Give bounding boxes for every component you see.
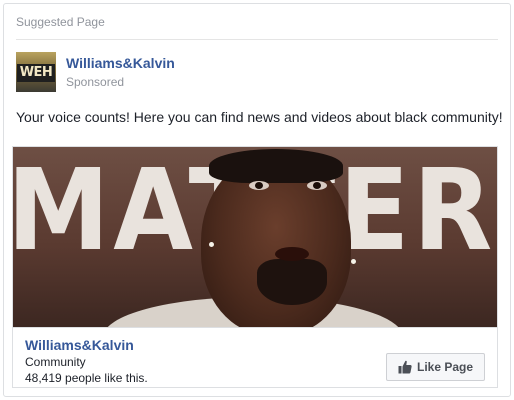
thumbnail-left-earring (209, 242, 214, 247)
like-page-button[interactable]: Like Page (386, 353, 485, 381)
thumbnail-right-eye (307, 181, 327, 190)
footer-like-count: 48,419 people like this. (25, 371, 148, 385)
sponsored-label[interactable]: Sponsored (66, 74, 124, 90)
author-block: WEH Williams&Kalvin Sponsored (16, 52, 486, 96)
footer-page-name-link[interactable]: Williams&Kalvin (25, 336, 134, 354)
post-text: Your voice counts! Here you can find new… (16, 109, 503, 125)
page-footer: Williams&Kalvin Community 48,419 people … (12, 327, 498, 388)
page-logo[interactable]: WEH (16, 52, 56, 92)
logo-text: WEH (17, 64, 55, 82)
thumbnail-beard (257, 259, 327, 305)
like-page-label: Like Page (416, 360, 474, 374)
thumbnail-right-earring (351, 259, 356, 264)
thumbnail-left-eye (249, 181, 269, 190)
thumbnail-mouth (275, 247, 309, 261)
thumbs-up-icon (398, 360, 412, 374)
author-name-link[interactable]: Williams&Kalvin (66, 54, 175, 72)
video-thumbnail[interactable]: MATTER (12, 146, 498, 327)
card-header: Suggested Page (16, 12, 498, 40)
thumbnail-hair (209, 149, 343, 183)
footer-category: Community (25, 355, 86, 369)
